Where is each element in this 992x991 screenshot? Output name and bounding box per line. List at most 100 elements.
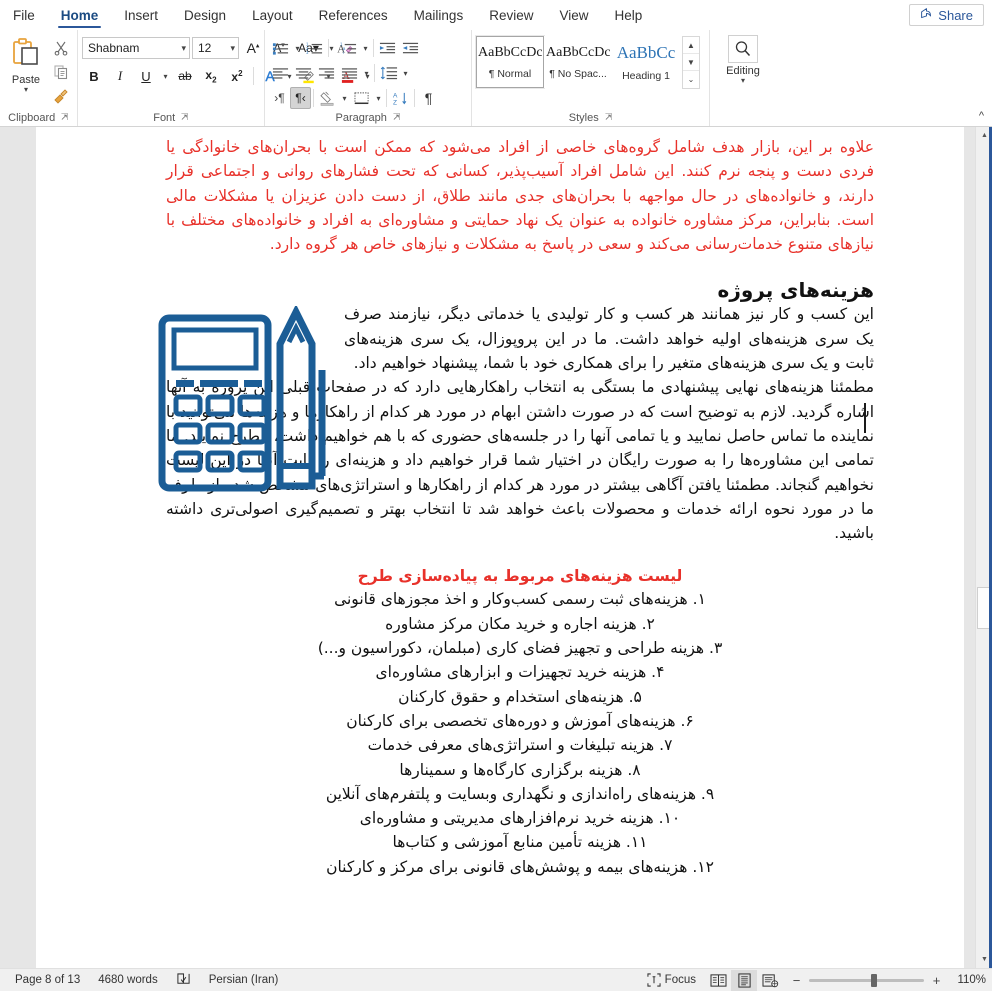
tab-view[interactable]: View: [546, 0, 601, 30]
bullets-dropdown[interactable]: ▾: [292, 44, 303, 53]
tab-insert[interactable]: Insert: [111, 0, 171, 30]
align-center-button[interactable]: [292, 62, 315, 84]
tab-references[interactable]: References: [306, 0, 401, 30]
align-right-icon: [318, 67, 335, 79]
read-mode-button[interactable]: [705, 970, 731, 991]
sort-icon: A Z: [393, 92, 406, 106]
share-button[interactable]: Share: [909, 4, 984, 26]
line-spacing-dropdown[interactable]: ▾: [400, 69, 411, 78]
multilevel-list-button[interactable]: 1 a i: [337, 37, 360, 59]
style-label: ¶ Normal: [488, 67, 532, 80]
clipboard-dialog-launcher[interactable]: ⇱: [61, 112, 69, 123]
clipboard-group-label: Clipboard: [8, 111, 56, 124]
cut-button[interactable]: [49, 37, 73, 59]
styles-scroll-down-button[interactable]: ▼: [683, 54, 699, 71]
borders-button[interactable]: [350, 87, 373, 109]
subscript-icon: x2: [205, 67, 217, 85]
list-item: ۷. هزینه تبلیغات و استراتژی‌های معرفی خد…: [367, 736, 673, 755]
paragraph-red-intro: علاوه بر این، بازار هدف شامل گروه‌های خا…: [166, 138, 874, 254]
zoom-out-button[interactable]: −: [791, 973, 802, 988]
zoom-level[interactable]: 110%: [950, 974, 986, 986]
justify-dropdown[interactable]: ▾: [361, 69, 372, 78]
zoom-control[interactable]: − +: [783, 973, 950, 988]
strikethrough-button[interactable]: ab: [173, 65, 197, 88]
style-heading-1[interactable]: AaBbCc Heading 1: [612, 36, 680, 88]
numbering-dropdown[interactable]: ▾: [326, 44, 337, 53]
web-layout-button[interactable]: [757, 970, 783, 991]
style-no-spacing[interactable]: AaBbCcDc ¶ No Spac...: [544, 36, 612, 88]
tab-mailings[interactable]: Mailings: [401, 0, 477, 30]
zoom-in-button[interactable]: +: [931, 973, 942, 988]
list-item: ۱۲. هزینه‌های بیمه و پوشش‌های قانونی برا…: [326, 857, 714, 876]
font-name-combo[interactable]: Shabnam ▾: [82, 37, 190, 59]
styles-more-button[interactable]: ⌄: [683, 71, 699, 88]
tab-review[interactable]: Review: [476, 0, 546, 30]
zoom-slider-thumb[interactable]: [871, 973, 877, 987]
tab-help[interactable]: Help: [602, 0, 656, 30]
collapse-ribbon-button[interactable]: ^: [979, 110, 984, 122]
sort-button[interactable]: A Z: [389, 87, 412, 109]
multilevel-dropdown[interactable]: ▾: [360, 44, 371, 53]
shading-button[interactable]: [316, 87, 339, 109]
underline-dropdown[interactable]: ▾: [160, 72, 171, 81]
style-normal[interactable]: AaBbCcDc ¶ Normal: [475, 35, 545, 89]
font-size-combo[interactable]: 12 ▾: [192, 37, 239, 59]
grow-font-button[interactable]: A▴: [241, 37, 265, 60]
underline-button[interactable]: U: [134, 65, 158, 88]
bullets-icon: [272, 43, 289, 55]
list-item: ۱۰. هزینه خرید نرم‌افزارهای مدیریتی و مش…: [359, 809, 681, 828]
rtl-text-direction-icon: ¶‹: [295, 91, 306, 105]
subscript-button[interactable]: x2: [199, 65, 223, 88]
italic-button[interactable]: I: [108, 65, 132, 88]
print-layout-button[interactable]: [731, 969, 757, 991]
tab-file[interactable]: File: [0, 0, 48, 30]
increase-indent-button[interactable]: [399, 37, 422, 59]
decrease-indent-button[interactable]: [376, 37, 399, 59]
underline-label: U: [141, 68, 151, 84]
word-count[interactable]: 4680 words: [89, 970, 166, 991]
ltr-text-direction-button[interactable]: ›¶: [269, 87, 290, 109]
chevron-down-icon: ▾: [740, 76, 745, 85]
chevron-down-icon[interactable]: ▾: [24, 86, 28, 94]
cost-list: ۱. هزینه‌های ثبت رسمی کسب‌وکار و اخذ مجو…: [166, 587, 874, 879]
bold-button[interactable]: B: [82, 65, 106, 88]
ribbon-group-editing: Editing ▾: [710, 30, 776, 126]
superscript-button[interactable]: x2: [225, 65, 249, 88]
format-painter-button[interactable]: [49, 85, 73, 107]
list-item: ۲. هزینه اجاره و خرید مکان مرکز مشاوره: [385, 614, 655, 633]
paste-button[interactable]: Paste ▾: [4, 34, 48, 94]
illustration-wrapper: این کسب و کار نیز همانند هر کسب و کار تو…: [158, 302, 874, 545]
font-dialog-launcher[interactable]: ⇱: [181, 112, 189, 123]
page-indicator[interactable]: Page 8 of 13: [6, 970, 89, 991]
borders-dropdown[interactable]: ▾: [373, 94, 384, 103]
word-window: File Home Insert Design Layout Reference…: [0, 0, 992, 991]
proofing-status[interactable]: [167, 970, 200, 991]
justify-button[interactable]: [338, 62, 361, 84]
format-painter-icon: [54, 89, 68, 104]
superscript-icon: x2: [231, 68, 243, 84]
rtl-text-direction-button[interactable]: ¶‹: [290, 87, 311, 109]
styles-dialog-launcher[interactable]: ⇱: [605, 112, 613, 123]
copy-button[interactable]: [49, 61, 73, 83]
tab-layout[interactable]: Layout: [239, 0, 306, 30]
focus-mode-button[interactable]: Focus: [638, 970, 705, 991]
styles-scroll-up-button[interactable]: ▲: [683, 37, 699, 54]
align-right-button[interactable]: [315, 62, 338, 84]
ribbon-group-paragraph: ▾ 1 2 3 ▾ 1 a i ▾ ▾ ▾ ›¶ ¶‹ ▾ ▾ A Z ¶ Pa…: [265, 30, 472, 126]
show-formatting-marks-button[interactable]: ¶: [417, 87, 440, 109]
bullets-button[interactable]: [269, 37, 292, 59]
bold-label: B: [89, 68, 99, 84]
tab-home[interactable]: Home: [48, 0, 112, 30]
paragraph-dialog-launcher[interactable]: ⇱: [393, 112, 401, 123]
scissors-icon: [54, 41, 68, 56]
numbering-button[interactable]: 1 2 3: [303, 37, 326, 59]
document-page[interactable]: علاوه بر این، بازار هدف شامل گروه‌های خا…: [36, 127, 964, 968]
zoom-slider[interactable]: [809, 973, 924, 987]
editing-button[interactable]: Editing ▾: [714, 35, 772, 85]
text-cursor: [864, 403, 866, 433]
line-spacing-button[interactable]: [377, 62, 400, 84]
shading-dropdown[interactable]: ▾: [339, 94, 350, 103]
tab-design[interactable]: Design: [171, 0, 239, 30]
align-left-button[interactable]: [269, 62, 292, 84]
language-indicator[interactable]: Persian (Iran): [200, 970, 288, 991]
